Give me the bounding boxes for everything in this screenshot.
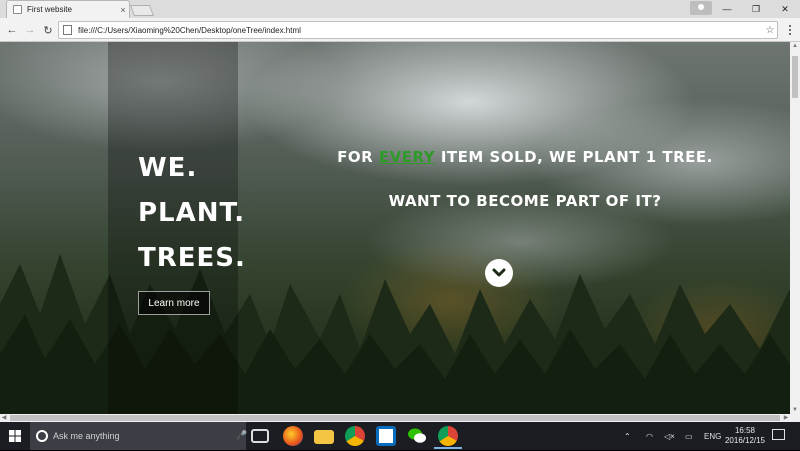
file-icon (63, 25, 72, 35)
browser-menu-icon[interactable] (784, 22, 796, 38)
address-bar[interactable]: file:///C:/Users/Xiaoming%20Chen/Desktop… (58, 21, 778, 39)
hero-title-line: TREES. (138, 243, 246, 273)
search-placeholder: Ask me anything (53, 431, 120, 441)
hero-title-line: WE. (138, 153, 198, 183)
wechat-icon[interactable] (407, 426, 427, 446)
close-window-button[interactable]: ✕ (770, 0, 800, 18)
tray-chevron-icon[interactable]: ⌃ (624, 422, 631, 450)
volume-icon[interactable]: ◁× (664, 422, 675, 450)
message-icon[interactable]: ▭ (685, 422, 693, 450)
browser-toolbar: ← → ↻ file:///C:/Users/Xiaoming%20Chen/D… (0, 18, 800, 42)
tab-strip: First website × — ❐ ✕ (0, 0, 800, 18)
learn-more-button[interactable]: Learn more (138, 291, 210, 315)
forward-button[interactable]: → (22, 22, 38, 38)
tagline: FOR EVERY ITEM SOLD, WE PLANT 1 TREE. (270, 148, 780, 166)
browser-window: First website × — ❐ ✕ ← → ↻ file:///C:/U… (0, 0, 800, 450)
back-button[interactable]: ← (4, 22, 20, 38)
tagline-highlight: EVERY (378, 148, 436, 166)
page-viewport: WE. PLANT. TREES. Learn more FOR EVERY I… (0, 42, 790, 414)
scroll-left-arrow-icon[interactable]: ◀ (0, 414, 8, 422)
page-icon (13, 5, 22, 14)
hero-title-line: PLANT. (138, 198, 246, 228)
new-tab-button[interactable] (129, 5, 155, 16)
tagline-start: FOR (337, 148, 379, 166)
cortana-search-box[interactable]: Ask me anything 🎤 (30, 422, 247, 450)
scroll-up-arrow-icon[interactable]: ▲ (790, 42, 800, 50)
windows-logo-icon (9, 430, 21, 442)
profile-icon[interactable] (690, 1, 712, 15)
tab-title: First website (27, 5, 72, 14)
clock[interactable]: 16:58 2016/12/15 (720, 426, 770, 446)
firefox-icon[interactable] (283, 426, 303, 446)
active-app-indicator (434, 447, 462, 449)
action-center-icon[interactable] (772, 429, 785, 440)
chrome-icon[interactable] (345, 426, 365, 446)
close-tab-icon[interactable]: × (117, 5, 129, 15)
scroll-right-arrow-icon[interactable]: ▶ (782, 414, 790, 422)
tagline-end: ITEM SOLD, WE PLANT 1 TREE. (435, 148, 713, 166)
tab-first-website[interactable]: First website × (6, 0, 130, 18)
reload-button[interactable]: ↻ (40, 22, 56, 38)
start-button[interactable] (0, 422, 30, 450)
task-view-icon[interactable] (251, 429, 269, 443)
scroll-down-chevron-icon[interactable] (485, 259, 513, 287)
minimize-button[interactable]: — (712, 0, 742, 18)
language-indicator[interactable]: ENG (704, 422, 721, 450)
horizontal-scroll-thumb[interactable] (10, 415, 780, 421)
windows-taskbar: Ask me anything 🎤 ⌃ ◠ ◁× ▭ ENG 16:58 201… (0, 422, 800, 450)
restore-button[interactable]: ❐ (741, 0, 771, 18)
call-to-action-text: WANT TO BECOME PART OF IT? (388, 192, 662, 210)
bookmark-star-icon[interactable]: ☆ (763, 25, 777, 36)
cortana-icon (36, 430, 48, 442)
clock-time: 16:58 (734, 426, 756, 435)
chrome-active-icon[interactable] (438, 426, 458, 446)
hero-title: WE. PLANT. TREES. (138, 146, 246, 281)
file-explorer-icon[interactable] (314, 430, 334, 444)
clock-date: 2016/12/15 (724, 436, 766, 445)
app-icon[interactable] (376, 426, 396, 446)
scroll-down-arrow-icon[interactable]: ▼ (790, 406, 800, 414)
network-icon[interactable]: ◠ (646, 422, 653, 450)
vertical-scroll-thumb[interactable] (792, 56, 798, 98)
chevron-down-icon (492, 268, 506, 277)
microphone-icon[interactable]: 🎤 (236, 430, 247, 442)
vertical-scrollbar[interactable]: ▲ ▼ (790, 42, 800, 414)
url-text[interactable]: file:///C:/Users/Xiaoming%20Chen/Desktop… (78, 26, 763, 35)
horizontal-scrollbar[interactable]: ◀ ▶ (0, 414, 800, 422)
